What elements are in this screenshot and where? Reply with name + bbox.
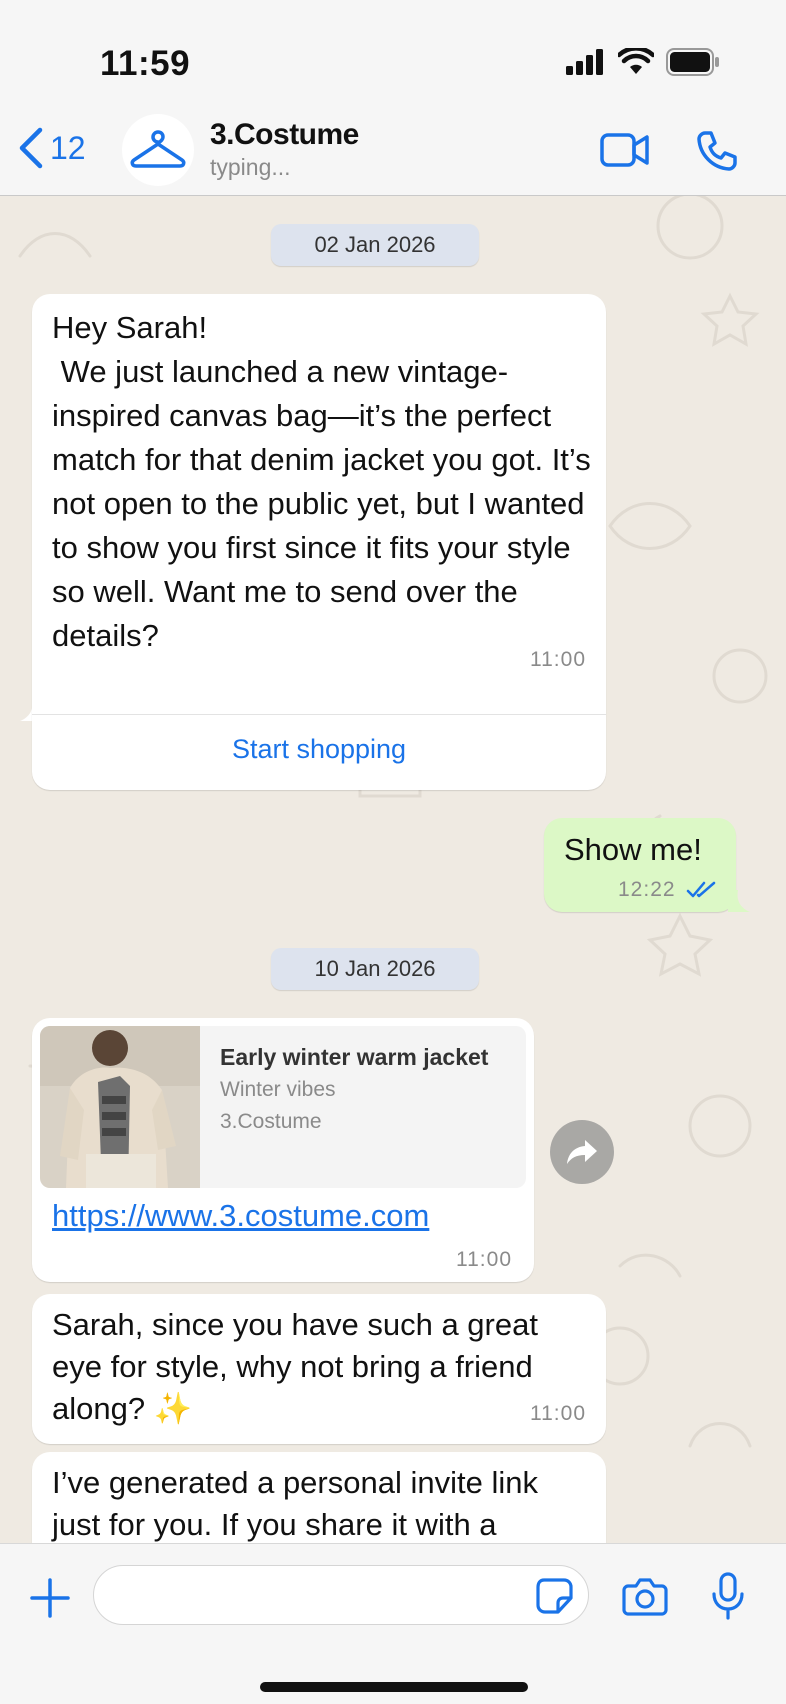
message-text: Show me!: [564, 832, 702, 867]
status-icons: [566, 48, 720, 76]
contact-status: typing...: [210, 154, 291, 180]
unread-count: 12: [50, 129, 86, 166]
contact-avatar[interactable]: [122, 114, 194, 186]
message-input[interactable]: [93, 1565, 589, 1625]
incoming-link-message[interactable]: Early winter warm jacket Winter vibes 3.…: [32, 1018, 534, 1282]
double-check-icon: [686, 881, 716, 898]
chevron-left-icon: [19, 127, 43, 169]
bubble-tail: [728, 890, 750, 912]
preview-title: Early winter warm jacket: [220, 1044, 489, 1070]
plus-icon[interactable]: [30, 1578, 70, 1618]
message-time: 12:22: [618, 878, 676, 901]
chat-area[interactable]: 02 Jan 2026 Hey Sarah! We just launched …: [0, 196, 786, 1544]
status-time: 11:59: [100, 44, 191, 83]
status-bar: 11:59: [0, 0, 786, 118]
message-time: 11:00: [456, 1248, 512, 1271]
input-bar: [0, 1543, 786, 1704]
date-separator: 10 Jan 2026: [271, 948, 479, 990]
message-text: I’ve generated a personal invite link ju…: [52, 1465, 547, 1542]
incoming-message[interactable]: I’ve generated a personal invite link ju…: [32, 1452, 606, 1544]
camera-icon[interactable]: [622, 1576, 668, 1616]
message-text: Sarah, since you have such a great eye f…: [52, 1307, 547, 1426]
preview-description: Winter vibes: [220, 1078, 336, 1101]
incoming-message[interactable]: Sarah, since you have such a great eye f…: [32, 1294, 606, 1444]
message-link[interactable]: https://www.3.costume.com: [52, 1198, 429, 1234]
preview-domain: 3.Costume: [220, 1110, 322, 1133]
home-indicator[interactable]: [260, 1682, 528, 1692]
cellular-signal-icon: [566, 49, 603, 75]
video-camera-icon[interactable]: [600, 130, 650, 170]
forward-button[interactable]: [550, 1120, 614, 1184]
chat-header: 12 3.Costume typing...: [0, 108, 786, 196]
message-time: 11:00: [530, 1402, 586, 1425]
jacket-product-image: [40, 1026, 200, 1188]
date-separator: 02 Jan 2026: [271, 224, 479, 266]
contact-name[interactable]: 3.Costume: [210, 118, 359, 152]
incoming-message[interactable]: Hey Sarah! We just launched a new vintag…: [32, 294, 606, 790]
battery-icon: [666, 48, 719, 76]
hanger-icon: [130, 130, 186, 168]
phone-icon[interactable]: [696, 130, 738, 172]
sticker-icon[interactable]: [536, 1578, 574, 1614]
link-preview-card[interactable]: Early winter warm jacket Winter vibes 3.…: [40, 1026, 526, 1188]
outgoing-message[interactable]: Show me! 12:22: [544, 818, 736, 912]
forward-icon: [567, 1140, 597, 1164]
message-text: Hey Sarah! We just launched a new vintag…: [52, 310, 591, 653]
message-time: 11:00: [530, 648, 586, 671]
start-shopping-button[interactable]: Start shopping: [32, 734, 606, 765]
divider: [32, 714, 606, 715]
back-button[interactable]: 12: [16, 126, 86, 170]
microphone-icon[interactable]: [710, 1572, 746, 1620]
wifi-icon: [618, 48, 654, 74]
